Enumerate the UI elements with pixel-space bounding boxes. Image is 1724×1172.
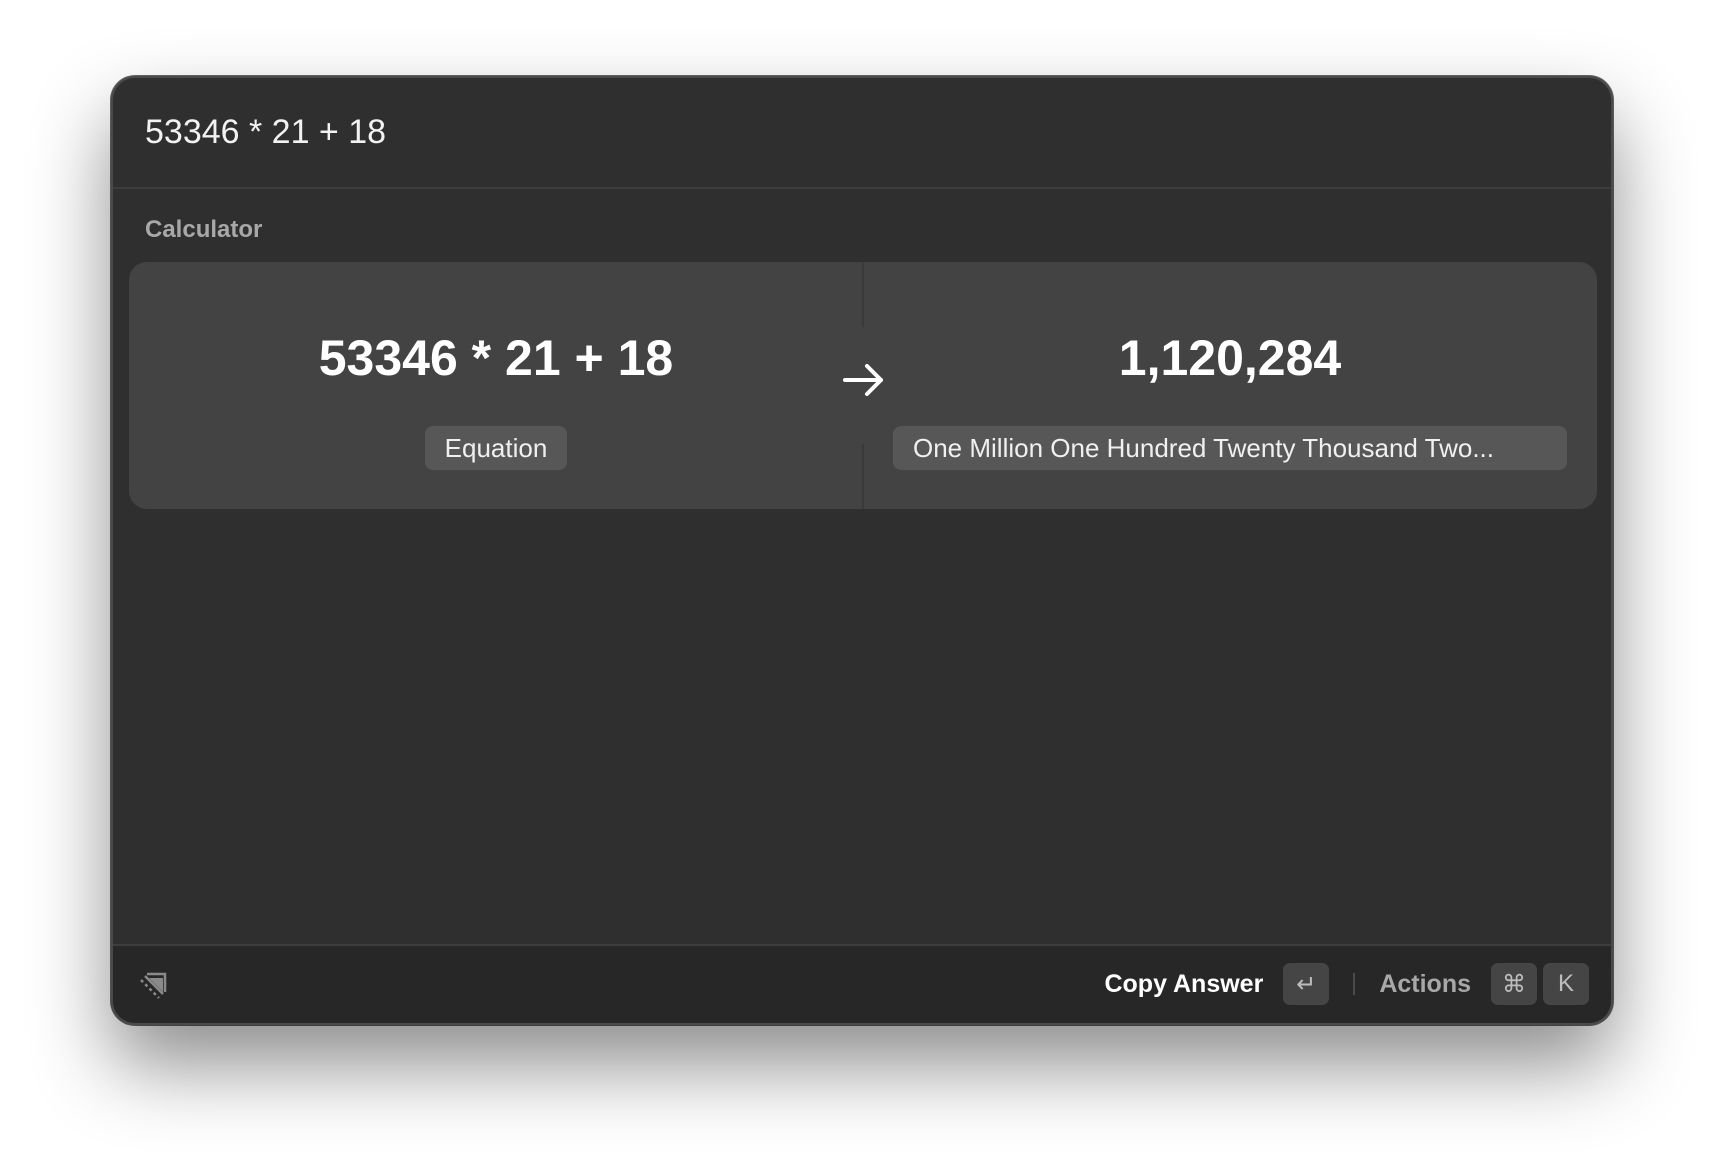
result-words: One Million One Hundred Twenty Thousand … xyxy=(893,426,1567,470)
actions-button[interactable]: Actions xyxy=(1379,970,1471,999)
result-value: 1,120,284 xyxy=(1118,330,1342,386)
expression-panel: 53346 * 21 + 18 Equation xyxy=(129,262,863,509)
copy-answer-button[interactable]: Copy Answer xyxy=(1104,970,1263,999)
expression-value: 53346 * 21 + 18 xyxy=(318,330,674,386)
raycast-logo-icon[interactable] xyxy=(135,964,175,1004)
command-key-icon: ⌘ xyxy=(1491,963,1537,1005)
action-bar: Copy Answer ↵ Actions ⌘ K xyxy=(113,944,1611,1023)
section-title: Calculator xyxy=(145,216,263,243)
return-key-icon: ↵ xyxy=(1283,963,1330,1005)
footer-actions: Copy Answer ↵ Actions ⌘ K xyxy=(1104,963,1589,1005)
expression-label: Equation xyxy=(424,426,568,470)
search-bar xyxy=(113,78,1611,189)
result-panel: 1,120,284 One Million One Hundred Twenty… xyxy=(863,262,1597,509)
search-input[interactable] xyxy=(145,113,1345,152)
calculator-result-card[interactable]: 53346 * 21 + 18 Equation 1,120,284 One M… xyxy=(129,262,1597,509)
launcher-window: Calculator 53346 * 21 + 18 Equation 1,12… xyxy=(111,76,1613,1025)
separator xyxy=(1353,973,1356,995)
k-key: K xyxy=(1543,963,1589,1005)
